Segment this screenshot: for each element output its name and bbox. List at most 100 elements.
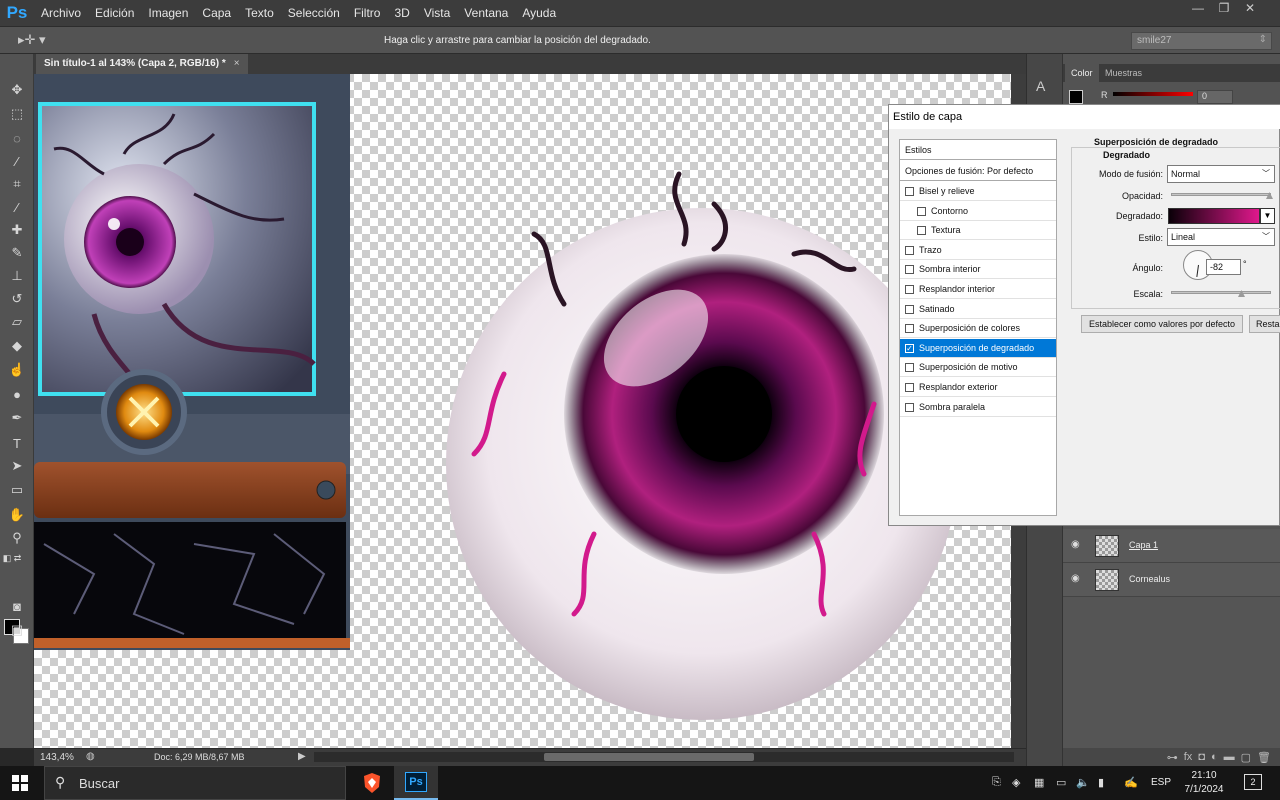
quick-mask-icon[interactable]: ◙ [7, 596, 27, 616]
menu-archivo[interactable]: Archivo [34, 0, 88, 26]
layer-name[interactable]: Cornealus [1129, 574, 1170, 584]
menu-ayuda[interactable]: Ayuda [515, 0, 563, 26]
network-icon[interactable]: ▭ [1056, 776, 1066, 789]
opacity-slider[interactable] [1171, 192, 1273, 199]
blend-mode-select[interactable]: Normal ﹀ [1167, 165, 1275, 183]
eye-icon[interactable]: ◉ [1071, 573, 1085, 585]
color-channel-value[interactable]: 0 [1197, 90, 1233, 104]
app-tray-icon[interactable]: ▦ [1034, 776, 1044, 789]
antivirus-icon[interactable]: ◈ [1012, 776, 1020, 789]
style-item[interactable]: Sombra paralela [900, 398, 1056, 417]
healing-brush-tool-icon[interactable]: ✚ [7, 220, 27, 240]
screen-mode-icon[interactable]: ▣ [7, 620, 27, 640]
add-mask-icon[interactable]: ◘ [1198, 751, 1205, 763]
menu-seleccion[interactable]: Selección [281, 0, 347, 26]
gradient-preview[interactable] [1168, 208, 1260, 224]
style-item[interactable]: Contorno [900, 202, 1056, 221]
rectangle-tool-icon[interactable]: ▭ [7, 480, 27, 500]
zoom-tool-icon[interactable]: ⚲ [7, 528, 27, 548]
smudge-tool-icon[interactable]: ☝ [7, 360, 27, 380]
horizontal-scrollbar[interactable] [314, 752, 1014, 762]
document-canvas[interactable] [34, 74, 1026, 748]
style-checkbox[interactable] [917, 226, 926, 236]
type-tool-icon[interactable]: T [7, 433, 27, 453]
move-tool-preset-icon[interactable]: ▸✛ ▾ [18, 32, 46, 48]
eye-icon[interactable]: ◉ [1071, 539, 1085, 551]
style-item[interactable]: Textura [900, 221, 1056, 241]
menu-imagen[interactable]: Imagen [141, 0, 195, 26]
volume-icon[interactable]: 🔈 [1076, 776, 1090, 789]
style-item[interactable]: Resplandor exterior [900, 378, 1056, 397]
clock[interactable]: 21:10 7/1/2024 [1176, 769, 1232, 797]
style-item[interactable]: Resplandor interior [900, 280, 1056, 299]
notifications-icon[interactable]: 2 [1244, 774, 1262, 790]
style-item[interactable]: Trazo [900, 241, 1056, 260]
lasso-tool-icon[interactable]: ◌ [7, 128, 27, 148]
style-checkbox[interactable] [905, 245, 914, 255]
tab-muestras[interactable]: Muestras [1099, 64, 1148, 82]
panel-fg-color-swatch[interactable] [1069, 90, 1083, 104]
layer-name[interactable]: Capa 1 [1129, 540, 1158, 550]
close-tab-icon[interactable]: × [234, 58, 240, 69]
style-checkbox[interactable] [905, 363, 914, 373]
document-tab[interactable]: Sin título-1 al 143% (Capa 2, RGB/16) * × [36, 54, 248, 74]
dodge-tool-icon[interactable]: ● [7, 384, 27, 404]
paint-bucket-tool-icon[interactable]: ◆ [7, 336, 27, 356]
path-selection-tool-icon[interactable]: ➤ [7, 456, 27, 476]
zoom-level[interactable]: 143,4% [40, 752, 74, 763]
restore-button[interactable]: ❐ [1212, 0, 1236, 18]
brush-tool-icon[interactable]: ✎ [7, 243, 27, 263]
clone-stamp-tool-icon[interactable]: ⊥ [7, 266, 27, 286]
style-item[interactable]: Satinado [900, 300, 1056, 319]
minimize-button[interactable]: — [1186, 0, 1210, 18]
style-checkbox[interactable]: ✓ [905, 343, 914, 353]
menu-vista[interactable]: Vista [417, 0, 457, 26]
close-window-button[interactable]: ✕ [1238, 0, 1262, 18]
menu-capa[interactable]: Capa [195, 0, 238, 26]
character-panel-icon[interactable]: A [1036, 78, 1045, 94]
brave-browser-icon[interactable] [350, 766, 394, 800]
style-checkbox[interactable] [905, 265, 914, 275]
language-indicator[interactable]: ESP [1151, 777, 1171, 788]
link-layers-icon[interactable]: ⊶ [1167, 751, 1178, 764]
history-brush-tool-icon[interactable]: ↺ [7, 289, 27, 309]
gradient-dropdown-arrow-icon[interactable]: ▼ [1260, 208, 1275, 224]
style-checkbox[interactable] [905, 285, 914, 294]
style-checkbox[interactable] [905, 324, 914, 334]
style-select[interactable]: Lineal ﹀ [1167, 228, 1275, 246]
hand-tool-icon[interactable]: ✋ [7, 505, 27, 525]
horizontal-scroll-thumb[interactable] [544, 753, 754, 761]
style-item[interactable]: Sombra interior [900, 260, 1056, 280]
status-menu-arrow-icon[interactable]: ▶ [298, 751, 306, 762]
color-channel-slider[interactable] [1113, 92, 1193, 96]
menu-3d[interactable]: 3D [387, 0, 416, 26]
trash-icon[interactable]: 🗑 [1257, 751, 1271, 764]
eyedropper-tool-icon[interactable]: ⁄ [7, 197, 27, 217]
scale-slider[interactable] [1171, 290, 1271, 297]
pen-tool-icon[interactable]: ✒ [7, 408, 27, 428]
battery-icon[interactable]: ▮ [1098, 776, 1104, 789]
style-item[interactable]: Bisel y relieve [900, 182, 1056, 201]
style-checkbox[interactable] [905, 304, 914, 314]
style-checkbox[interactable] [905, 187, 914, 196]
style-checkbox[interactable] [905, 402, 914, 412]
new-group-icon[interactable]: ▬ [1224, 751, 1235, 763]
taskbar-search[interactable]: ⚲ Buscar [44, 766, 346, 800]
crop-tool-icon[interactable]: ⌗ [7, 174, 27, 194]
menu-ventana[interactable]: Ventana [457, 0, 515, 26]
angle-input[interactable]: -82 [1206, 259, 1241, 275]
usb-icon[interactable]: ⎘ [992, 776, 1001, 789]
dialog-title[interactable]: Estilo de capa [889, 105, 1280, 129]
reset-default-button[interactable]: Restaurar valores por defecto [1249, 315, 1280, 333]
style-item[interactable]: Superposición de colores [900, 319, 1056, 339]
quick-select-tool-icon[interactable]: ⁄ [7, 151, 27, 171]
eraser-tool-icon[interactable]: ▱ [7, 312, 27, 332]
style-checkbox[interactable] [917, 206, 926, 216]
layer-row[interactable]: ◉ Capa 1 [1063, 529, 1280, 563]
new-layer-icon[interactable]: ▢ [1241, 751, 1251, 764]
pen-icon[interactable]: ✍ [1124, 776, 1138, 789]
menu-texto[interactable]: Texto [238, 0, 281, 26]
menu-edicion[interactable]: Edición [88, 0, 141, 26]
set-default-button[interactable]: Establecer como valores por defecto [1081, 315, 1243, 333]
layer-row[interactable]: ◉ Cornealus [1063, 563, 1280, 597]
